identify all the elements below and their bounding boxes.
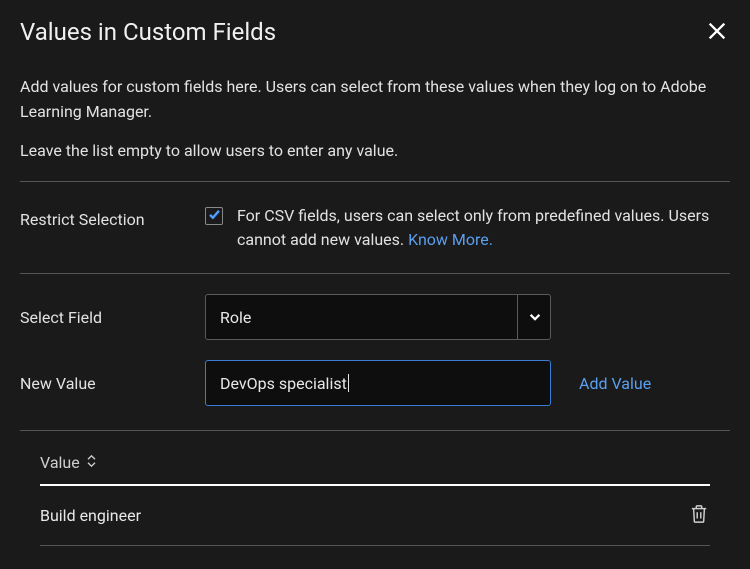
new-value-row: New Value DevOps specialist Add Value bbox=[20, 360, 730, 430]
restrict-checkbox[interactable] bbox=[205, 207, 223, 225]
trash-icon bbox=[690, 504, 708, 527]
modal-title: Values in Custom Fields bbox=[20, 18, 276, 46]
select-field-value: Role bbox=[220, 308, 251, 327]
select-field-wrapper: Role bbox=[205, 294, 551, 340]
new-value-input[interactable]: DevOps specialist bbox=[205, 360, 551, 406]
text-caret bbox=[348, 374, 349, 392]
add-value-button[interactable]: Add Value bbox=[579, 374, 651, 393]
know-more-link[interactable]: Know More. bbox=[408, 230, 493, 249]
restrict-selection-label: Restrict Selection bbox=[20, 204, 205, 229]
select-field-label: Select Field bbox=[20, 308, 205, 327]
select-field-dropdown[interactable]: Role bbox=[205, 294, 551, 340]
values-list-section: Value Build engineer bbox=[20, 431, 730, 546]
modal-header: Values in Custom Fields bbox=[20, 18, 730, 47]
sort-icon bbox=[86, 453, 97, 472]
subdescription-text: Leave the list empty to allow users to e… bbox=[20, 139, 730, 163]
values-column-header[interactable]: Value bbox=[40, 431, 710, 484]
check-icon bbox=[208, 206, 221, 225]
restrict-selection-row: Restrict Selection For CSV fields, users… bbox=[20, 182, 730, 274]
value-name: Build engineer bbox=[40, 506, 141, 525]
select-field-row: Select Field Role bbox=[20, 274, 730, 360]
new-value-input-text: DevOps specialist bbox=[220, 374, 347, 393]
description-text: Add values for custom fields here. Users… bbox=[20, 75, 730, 125]
custom-fields-modal: Values in Custom Fields Add values for c… bbox=[0, 0, 750, 569]
new-value-label: New Value bbox=[20, 374, 205, 393]
delete-value-button[interactable] bbox=[688, 502, 710, 529]
restrict-checkbox-wrapper: For CSV fields, users can select only fr… bbox=[205, 204, 730, 254]
close-button[interactable] bbox=[704, 18, 730, 47]
close-icon bbox=[706, 20, 728, 45]
new-value-input-wrapper: DevOps specialist Add Value bbox=[205, 360, 730, 406]
values-header-label: Value bbox=[40, 453, 80, 472]
restrict-checkbox-text: For CSV fields, users can select only fr… bbox=[237, 204, 730, 254]
value-row: Build engineer bbox=[40, 486, 710, 546]
